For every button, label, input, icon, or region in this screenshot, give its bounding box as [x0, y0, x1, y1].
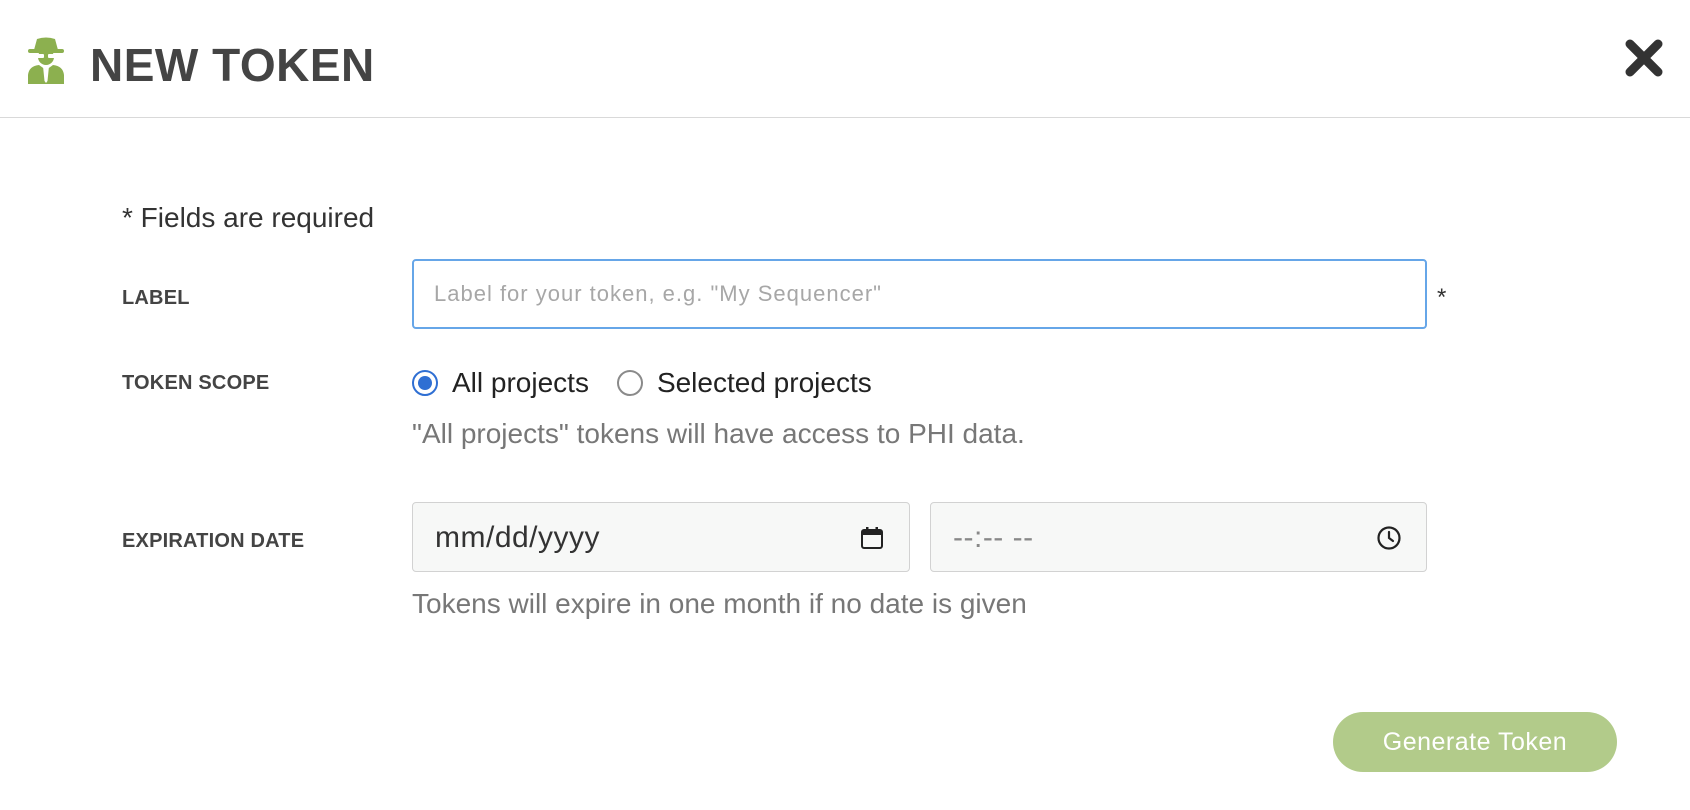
radio-selected-projects-label[interactable]: Selected projects	[657, 367, 872, 399]
label-field-label: LABEL	[122, 287, 190, 309]
close-icon[interactable]	[1624, 38, 1664, 78]
expiration-hint: Tokens will expire in one month if no da…	[412, 588, 1027, 619]
modal-header: NEW TOKEN	[0, 0, 1690, 118]
label-input[interactable]	[412, 259, 1427, 329]
modal-title: NEW TOKEN	[90, 39, 375, 91]
radio-all-projects-label[interactable]: All projects	[452, 367, 589, 399]
clock-icon[interactable]	[1375, 524, 1403, 552]
generate-token-button[interactable]: Generate Token	[1333, 712, 1617, 772]
radio-all-projects[interactable]	[412, 370, 438, 396]
expiration-date-input[interactable]: mm/dd/yyyy	[412, 502, 910, 572]
time-placeholder: --:-- --	[953, 521, 1034, 554]
token-scope-label: TOKEN SCOPE	[122, 372, 270, 394]
token-scope-options: All projects Selected projects	[412, 366, 900, 400]
required-note: * Fields are required	[122, 202, 375, 233]
date-placeholder: mm/dd/yyyy	[435, 521, 601, 554]
calendar-icon[interactable]	[858, 524, 886, 552]
expiration-date-label: EXPIRATION DATE	[122, 530, 305, 552]
token-scope-hint: "All projects" tokens will have access t…	[412, 418, 1025, 449]
spy-icon	[28, 37, 64, 84]
required-marker: *	[1437, 284, 1447, 311]
expiration-time-input[interactable]: --:-- --	[930, 502, 1427, 572]
radio-selected-projects[interactable]	[616, 370, 643, 396]
